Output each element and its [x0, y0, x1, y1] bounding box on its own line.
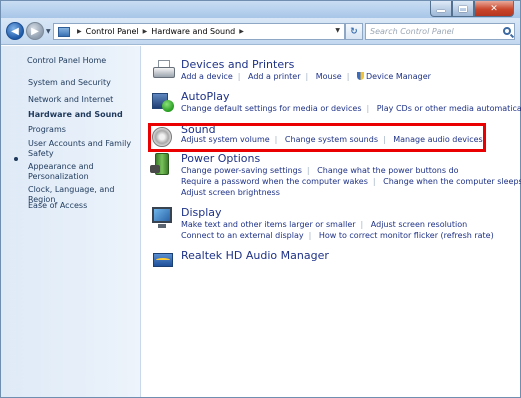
- sidebar-item-network-and-internet[interactable]: Network and Internet: [28, 95, 138, 105]
- category-title-devices-and-printers[interactable]: Devices and Printers: [181, 58, 521, 71]
- shield-icon: [356, 72, 364, 80]
- breadcrumb-separator-icon[interactable]: ▶: [77, 28, 82, 35]
- sidebar-item-appearance[interactable]: Appearance and Personalization: [28, 162, 138, 182]
- minimize-button[interactable]: [430, 1, 452, 17]
- sidebar-item-hardware-and-sound: Hardware and Sound: [28, 110, 123, 119]
- power-plug: [150, 165, 160, 173]
- printer-icon[interactable]: [150, 58, 176, 82]
- refresh-button[interactable]: ↻: [345, 23, 363, 40]
- task-require-password-on-wake[interactable]: Require a password when the computer wak…: [181, 177, 368, 186]
- sidebar-item-user-accounts[interactable]: User Accounts and Family Safety: [28, 139, 138, 159]
- realtek-audio-icon[interactable]: [150, 249, 176, 273]
- navigation-bar: ◀ ▶ ▼ ▶ Control Panel ▶ Hardware and Sou…: [1, 18, 520, 45]
- breadcrumb-separator-icon[interactable]: ▶: [239, 28, 244, 35]
- monitor-stand: [158, 224, 166, 228]
- address-bar[interactable]: ▶ Control Panel ▶ Hardware and Sound ▶ ▼: [53, 23, 345, 40]
- sound-highlight-box: [148, 123, 486, 152]
- current-item-bullet-icon: [14, 157, 18, 161]
- task-change-power-buttons[interactable]: Change what the power buttons do: [317, 166, 458, 175]
- left-navigation-pane: Control Panel Home System and Security N…: [1, 46, 141, 397]
- battery-icon[interactable]: [150, 152, 176, 176]
- category-title-power-options[interactable]: Power Options: [181, 152, 521, 165]
- breadcrumb-hardware-and-sound[interactable]: Hardware and Sound: [151, 27, 235, 36]
- breadcrumb-separator-icon[interactable]: ▶: [143, 28, 148, 35]
- task-connect-external-display[interactable]: Connect to an external display: [181, 231, 304, 240]
- monitor-icon[interactable]: [150, 206, 176, 230]
- recent-pages-dropdown[interactable]: ▼: [46, 28, 51, 35]
- category-title-realtek[interactable]: Realtek HD Audio Manager: [181, 249, 521, 262]
- autoplay-play-badge: [162, 100, 174, 112]
- task-adjust-screen-brightness[interactable]: Adjust screen brightness: [181, 188, 280, 197]
- printer-body: [153, 67, 175, 78]
- maximize-icon: [459, 5, 467, 12]
- control-panel-icon: [58, 26, 70, 37]
- title-bar[interactable]: ✕: [1, 1, 520, 18]
- sidebar-item-system-and-security[interactable]: System and Security: [28, 78, 138, 88]
- task-correct-monitor-flicker[interactable]: How to correct monitor flicker (refresh …: [319, 231, 494, 240]
- forward-arrow-icon: ▶: [31, 25, 39, 37]
- sidebar-item-ease-of-access[interactable]: Ease of Access: [28, 201, 138, 211]
- control-panel-window: ✕ ◀ ▶ ▼ ▶ Control Panel ▶ Hardware and S…: [0, 0, 521, 398]
- address-dropdown-icon[interactable]: ▼: [335, 27, 340, 34]
- realtek-wave: [156, 258, 170, 262]
- category-title-autoplay[interactable]: AutoPlay: [181, 90, 521, 103]
- close-button[interactable]: ✕: [474, 1, 514, 17]
- task-change-default-media-settings[interactable]: Change default settings for media or dev…: [181, 104, 361, 113]
- task-mouse[interactable]: Mouse: [316, 72, 342, 81]
- back-button[interactable]: ◀: [6, 22, 24, 40]
- back-arrow-icon: ◀: [11, 25, 19, 37]
- content-pane: Devices and Printers Add a device | Add a…: [142, 46, 521, 397]
- monitor-screen: [152, 207, 172, 223]
- task-adjust-screen-resolution[interactable]: Adjust screen resolution: [371, 220, 467, 229]
- search-icon[interactable]: [503, 27, 511, 35]
- task-change-sleep-time[interactable]: Change when the computer sleeps: [383, 177, 521, 186]
- autoplay-icon[interactable]: [150, 90, 176, 114]
- task-play-cds-automatically[interactable]: Play CDs or other media automatically: [377, 104, 521, 113]
- sidebar-item-programs[interactable]: Programs: [28, 125, 138, 135]
- minimize-icon: [437, 10, 445, 12]
- maximize-button[interactable]: [452, 1, 474, 17]
- refresh-icon: ↻: [350, 26, 358, 37]
- task-device-manager[interactable]: Device Manager: [366, 72, 431, 81]
- caption-buttons: ✕: [430, 1, 514, 17]
- breadcrumb-control-panel[interactable]: Control Panel: [86, 27, 139, 36]
- search-placeholder: Search Control Panel: [370, 27, 454, 36]
- search-input[interactable]: Search Control Panel: [365, 23, 515, 40]
- task-make-text-larger[interactable]: Make text and other items larger or smal…: [181, 220, 356, 229]
- forward-button[interactable]: ▶: [26, 22, 44, 40]
- close-icon: ✕: [490, 3, 498, 14]
- task-add-device[interactable]: Add a device: [181, 72, 233, 81]
- task-add-printer[interactable]: Add a printer: [248, 72, 300, 81]
- task-change-power-saving-settings[interactable]: Change power-saving settings: [181, 166, 302, 175]
- category-title-display[interactable]: Display: [181, 206, 521, 219]
- sidebar-item-control-panel-home[interactable]: Control Panel Home: [27, 56, 137, 66]
